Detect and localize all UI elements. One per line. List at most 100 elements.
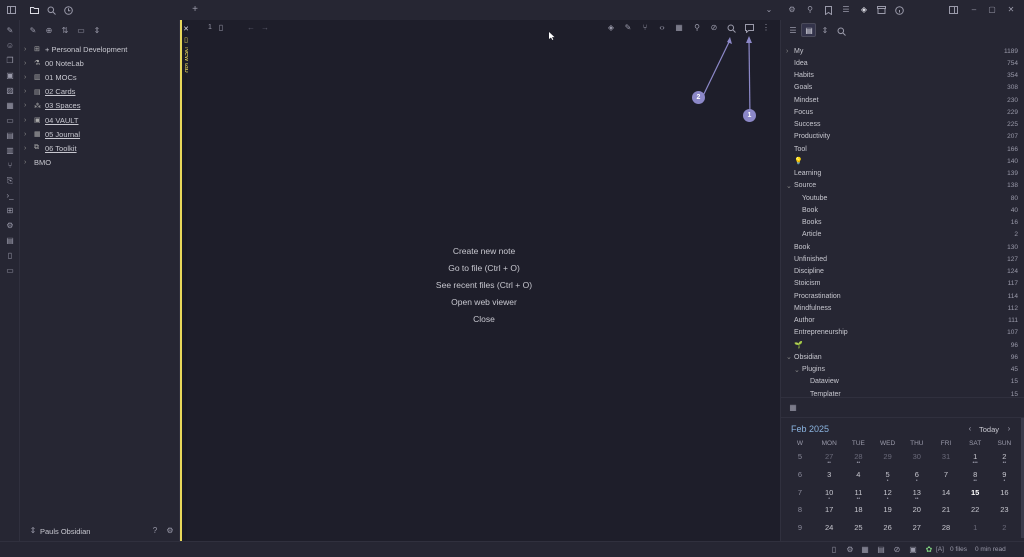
search-icon[interactable] [46, 5, 56, 15]
chevron-right-icon[interactable]: › [786, 48, 794, 55]
grid-icon[interactable]: ⊞ [5, 206, 15, 216]
calendar-day[interactable]: 21 [932, 505, 960, 518]
help-icon[interactable]: ? [150, 526, 160, 536]
calendar-day[interactable]: 19 [874, 505, 902, 518]
tags-icon[interactable]: ◈ [859, 5, 869, 15]
folder-item[interactable]: › ⧉ 06 Toolkit [24, 142, 77, 154]
calendar-day[interactable]: 27 [903, 523, 931, 536]
layers-icon[interactable]: ◈ [606, 23, 616, 33]
calendar-day[interactable]: 27 •• [815, 452, 843, 466]
vault-switcher[interactable]: ⇕ Pauls Obsidian ? ⚙ [20, 521, 180, 541]
tag-item[interactable]: Dataview 15 [786, 376, 1018, 388]
today-button[interactable]: Today [979, 425, 999, 434]
see-recent-files-link[interactable]: See recent files (Ctrl + O) [188, 280, 780, 290]
sidebar-toggle-icon[interactable] [6, 5, 16, 15]
sort-icon[interactable]: ⇅ [60, 26, 70, 36]
minimize-icon[interactable]: – [969, 5, 979, 15]
tag-item[interactable]: Procrastination 114 [786, 290, 1018, 302]
expand-icon[interactable]: ⇕ [92, 26, 102, 36]
clock-icon[interactable] [63, 5, 73, 15]
branch-icon[interactable]: ⑂ [640, 23, 650, 33]
next-month-icon[interactable]: › [1004, 424, 1014, 434]
tag-item[interactable]: Discipline 124 [786, 266, 1018, 278]
tag-item[interactable]: ⌄ Plugins 45 [786, 364, 1018, 376]
status-file-icon[interactable]: ▯ [829, 545, 839, 555]
terminal-icon[interactable]: ›_ [5, 191, 15, 201]
folder-item[interactable]: › ⊞ + Personal Development [24, 43, 127, 55]
pen-icon[interactable]: ✎ [5, 26, 15, 36]
calendar-icon[interactable]: ▦ [5, 101, 15, 111]
copy-icon[interactable]: ❐ [5, 56, 15, 66]
layout-icon[interactable]: ▤ [5, 236, 15, 246]
tag-item[interactable]: ⌄ Source 138 [786, 180, 1018, 192]
close-link[interactable]: Close [188, 314, 780, 324]
status-settings-icon[interactable]: ⚙ [845, 545, 855, 555]
tag-item[interactable]: › My 1189 [786, 45, 1018, 57]
chevron-down-icon[interactable]: ⌄ [786, 182, 794, 190]
status-sync-icon[interactable]: ⊘ [892, 545, 902, 555]
go-to-file-link[interactable]: Go to file (Ctrl + O) [188, 263, 780, 273]
calendar-day[interactable]: 28 •• [844, 452, 872, 466]
calendar-day[interactable]: 4 [844, 470, 872, 483]
graph-icon[interactable]: ⑂ [5, 161, 15, 171]
new-tab-plus-icon[interactable]: + [190, 5, 200, 15]
right-sidebar-toggle-icon[interactable] [948, 5, 958, 15]
tag-item[interactable]: 💡 140 [786, 155, 1018, 167]
tag-item[interactable]: Mindfulness 112 [786, 302, 1018, 314]
tag-item[interactable]: Templater 15 [786, 388, 1018, 400]
tag-item[interactable]: Mindset 230 [786, 94, 1018, 106]
calendar-day[interactable]: 12 • [874, 488, 902, 502]
calendar-day[interactable]: 2 [990, 523, 1018, 536]
folder-item[interactable]: › ⁂ 03 Spaces [24, 100, 80, 112]
table-view-icon[interactable]: ▦ [674, 23, 684, 33]
plugin-icon[interactable]: ⚲ [805, 5, 815, 15]
tag-item[interactable]: Stoicism 117 [786, 278, 1018, 290]
puzzle-icon[interactable]: ⚙ [787, 5, 797, 15]
create-new-note-link[interactable]: Create new note [188, 246, 780, 256]
calendar-pane-icon[interactable]: ▦ [788, 403, 798, 413]
archive-icon[interactable] [876, 5, 886, 15]
chevron-down-icon[interactable]: ⌄ [794, 366, 802, 374]
document-icon[interactable]: ▥ [5, 146, 15, 156]
calendar-day[interactable]: 18 [844, 505, 872, 518]
info-icon[interactable] [894, 5, 904, 15]
calendar-day[interactable]: 14 [932, 488, 960, 501]
calendar-day[interactable]: 30 [903, 452, 931, 465]
calendar-day[interactable]: 23 [990, 505, 1018, 518]
image-icon[interactable]: ▨ [5, 86, 15, 96]
chevron-down-icon[interactable]: ⌄ [786, 353, 794, 361]
page-icon[interactable]: ▭ [5, 266, 15, 276]
code-icon[interactable]: ‹› [657, 23, 667, 33]
calendar-day[interactable]: 28 [932, 523, 960, 536]
calendar-day[interactable]: 31 [932, 452, 960, 465]
file-icon[interactable]: ⎘ [5, 176, 15, 186]
people-icon[interactable]: ☺ [5, 41, 15, 51]
prev-month-icon[interactable]: ‹ [965, 424, 975, 434]
calendar-day[interactable]: 2 •• [990, 452, 1018, 466]
calendar-day[interactable]: 17 [815, 505, 843, 518]
calendar-day[interactable]: 5 • [874, 470, 902, 484]
collapse-icon[interactable]: ▭ [76, 26, 86, 36]
calendar-day[interactable]: 24 [815, 523, 843, 536]
tag-item[interactable]: Youtube 80 [786, 192, 1018, 204]
calendar-day[interactable]: 13 •• [903, 488, 931, 502]
tag-item[interactable]: ⌄ Obsidian 96 [786, 351, 1018, 363]
tag-item[interactable]: Entrepreneurship 107 [786, 327, 1018, 339]
tag-item[interactable]: Success 225 [786, 119, 1018, 131]
tag-item[interactable]: Productivity 207 [786, 131, 1018, 143]
canvas-icon[interactable]: ▣ [5, 71, 15, 81]
tag-item[interactable]: Article 2 [786, 229, 1018, 241]
tag-item[interactable]: Idea 754 [786, 57, 1018, 69]
calendar-day[interactable]: 7 [932, 470, 960, 483]
calendar-day[interactable]: 8 •• [961, 470, 989, 484]
chevron-down-icon[interactable]: ⌄ [764, 5, 774, 15]
calendar-day[interactable]: 3 [815, 470, 843, 483]
outline-icon[interactable]: ☰ [788, 26, 798, 36]
folder-item[interactable]: › ⚗ 00 NoteLab [24, 57, 84, 69]
close-window-icon[interactable]: ✕ [1006, 5, 1016, 15]
calendar-day[interactable]: 10 • [815, 488, 843, 502]
vault-settings-icon[interactable]: ⚙ [165, 526, 175, 536]
status-window-icon[interactable]: ▣ [908, 545, 918, 555]
calendar-day[interactable]: 11 •• [844, 488, 872, 502]
note-icon[interactable]: ▯ [5, 251, 15, 261]
